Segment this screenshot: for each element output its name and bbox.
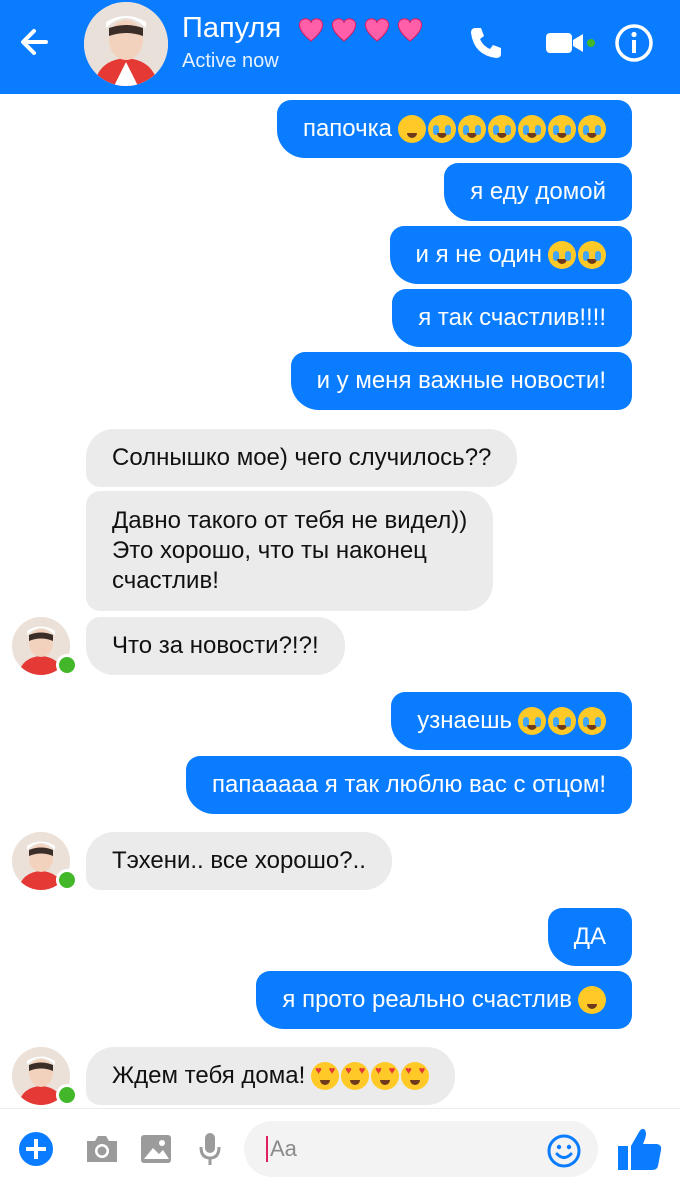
online-indicator xyxy=(56,654,78,676)
message-bubble-outgoing[interactable]: папааааа я так люблю вас с отцом! xyxy=(186,756,632,814)
microphone-icon[interactable] xyxy=(190,1129,230,1169)
message-bubble-incoming[interactable]: Давно такого от тебя не видел)) Это хоро… xyxy=(86,491,494,611)
crying-emoji xyxy=(488,115,516,143)
message-bubble-incoming[interactable]: Ждем тебя дома! xyxy=(86,1047,456,1105)
message-text: узнаешь xyxy=(417,707,512,734)
message-text: я так счастлив!!!! xyxy=(418,304,606,331)
crying-emoji xyxy=(518,115,546,143)
heart-eyes-emoji xyxy=(371,1062,400,1090)
message-bubble-outgoing[interactable]: ДА xyxy=(547,908,632,966)
info-icon[interactable] xyxy=(610,20,658,66)
message-text: и у меня важные новости! xyxy=(316,367,606,394)
message-bubble-incoming[interactable]: Тэхени.. все хорошо?.. xyxy=(86,832,392,890)
message-text: я еду домой xyxy=(470,178,606,205)
composer-bar: Aa xyxy=(0,1108,680,1187)
crying-emoji xyxy=(578,707,606,735)
message-bubble-outgoing[interactable]: папочка xyxy=(276,100,632,158)
emoji-group xyxy=(578,986,606,1014)
message-text: Ждем тебя дома! xyxy=(112,1062,306,1089)
image-icon[interactable] xyxy=(136,1129,176,1169)
message-bubble-outgoing[interactable]: и у меня важные новости! xyxy=(290,352,632,410)
back-arrow-icon[interactable] xyxy=(16,22,60,62)
message-text-line: Давно такого от тебя не видел)) xyxy=(112,507,468,534)
crying-emoji xyxy=(548,241,576,269)
message-bubble-outgoing[interactable]: узнаешь xyxy=(391,692,632,750)
message-bubble-outgoing[interactable]: и я не один xyxy=(389,226,632,284)
online-indicator xyxy=(56,869,78,891)
heart-eyes-emoji xyxy=(311,1062,340,1090)
message-text-line: Это хорошо, что ты наконец xyxy=(112,537,427,564)
plus-icon[interactable] xyxy=(16,1129,56,1169)
smiley-icon[interactable] xyxy=(544,1131,584,1171)
contact-name: Папуля xyxy=(182,12,427,45)
message-text: Солнышко мое) чего случилось?? xyxy=(112,444,492,471)
contact-avatar[interactable] xyxy=(84,2,168,86)
crying-emoji xyxy=(578,115,606,143)
emoji-group xyxy=(311,1062,430,1090)
conversation-header: Папуля Active now xyxy=(0,0,680,94)
video-camera-icon[interactable] xyxy=(540,20,600,66)
text-caret xyxy=(266,1136,268,1162)
message-text: папааааа я так люблю вас с отцом! xyxy=(212,771,606,798)
crying-emoji xyxy=(578,241,606,269)
crying-emoji xyxy=(458,115,486,143)
message-text: Тэхени.. все хорошо?.. xyxy=(112,847,366,874)
active-status: Active now xyxy=(182,50,279,72)
heart-eyes-emoji xyxy=(401,1062,430,1090)
heart-eyes-emoji xyxy=(341,1062,370,1090)
message-text: я прото реально счастлив xyxy=(282,986,572,1013)
crying-emoji xyxy=(548,115,576,143)
emoji-group xyxy=(398,115,606,143)
contact-name-text: Папуля xyxy=(182,12,282,44)
message-bubble-incoming[interactable]: Солнышко мое) чего случилось?? xyxy=(86,429,518,487)
emoji-group xyxy=(548,241,606,269)
sneeze-emoji xyxy=(578,986,606,1014)
thumbs-up-icon[interactable] xyxy=(614,1123,666,1175)
camera-icon[interactable] xyxy=(82,1129,122,1169)
emoji-group xyxy=(518,707,606,735)
crying-emoji xyxy=(428,115,456,143)
message-bubble-incoming[interactable]: Что за новости?!?! xyxy=(86,617,345,675)
message-text: папочка xyxy=(302,115,392,142)
message-text: Что за новости?!?! xyxy=(112,632,319,659)
message-bubble-outgoing[interactable]: я так счастлив!!!! xyxy=(392,289,632,347)
message-bubble-outgoing[interactable]: я еду домой xyxy=(444,163,632,221)
crying-emoji xyxy=(518,707,546,735)
message-text: ДА xyxy=(573,923,606,950)
message-input-placeholder: Aa xyxy=(270,1136,297,1161)
phone-icon[interactable] xyxy=(462,20,510,66)
online-indicator xyxy=(56,1084,78,1106)
crying-emoji xyxy=(548,707,576,735)
message-text: и я не один xyxy=(415,241,543,268)
message-bubble-outgoing[interactable]: я прото реально счастлив xyxy=(256,971,632,1029)
message-text-line: счастлив! xyxy=(112,567,219,594)
sneeze-emoji xyxy=(398,115,426,143)
